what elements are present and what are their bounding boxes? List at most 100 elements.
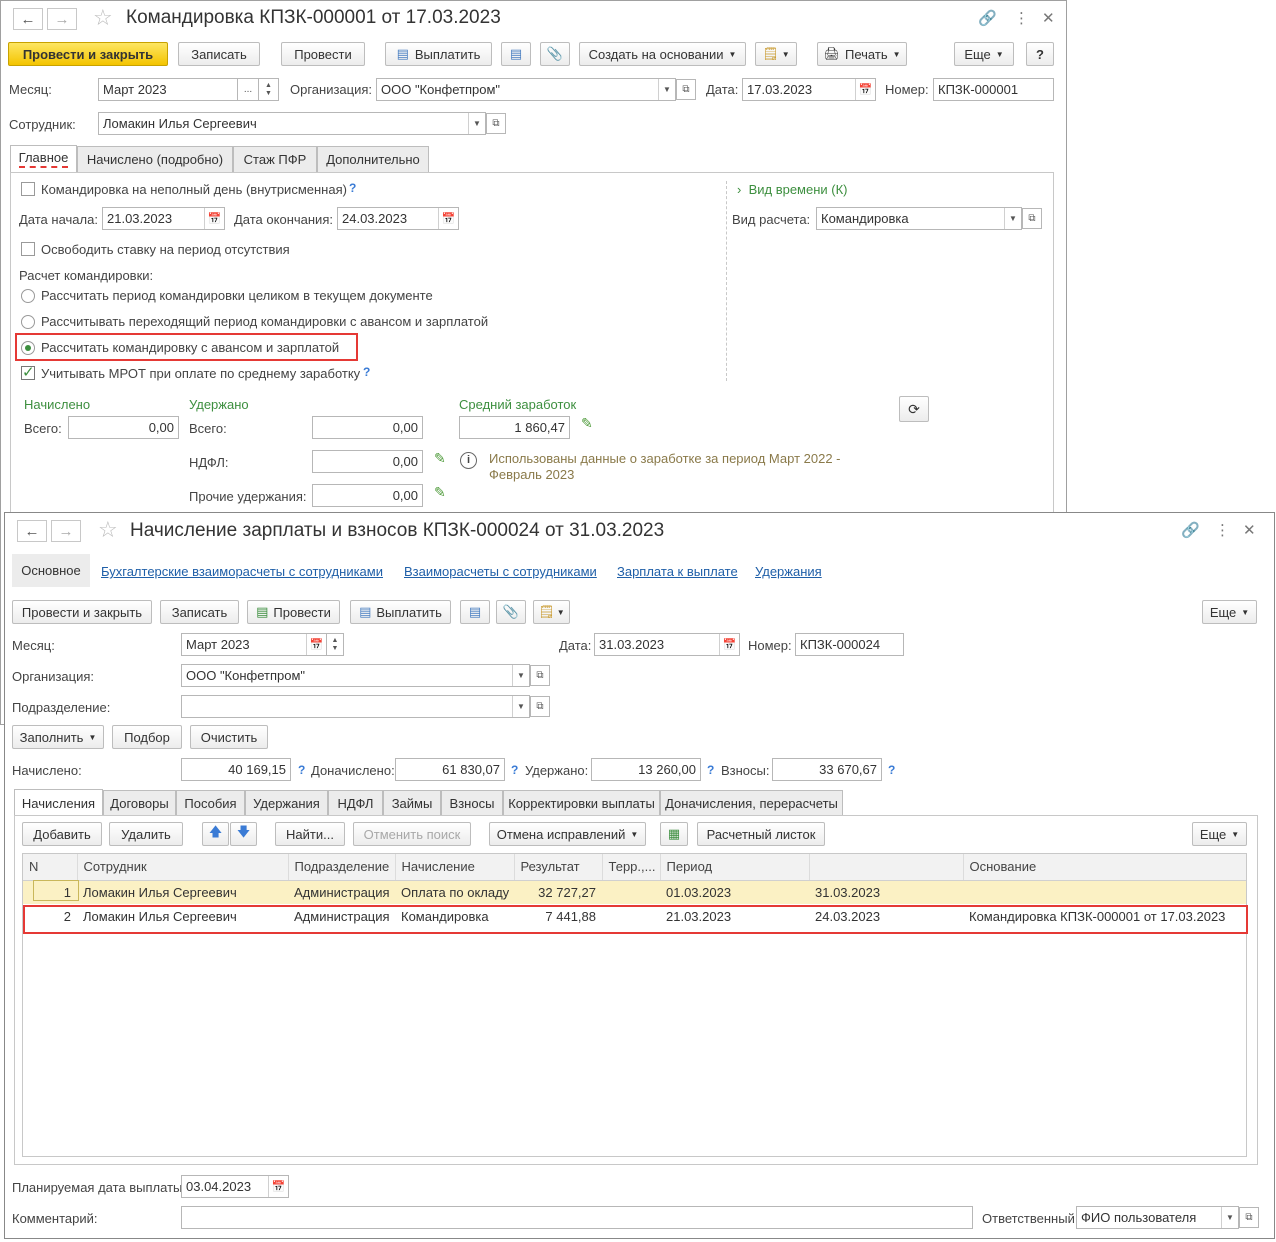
employee-open-button[interactable]: ⧉ [486, 113, 506, 134]
column-header[interactable]: N [23, 854, 78, 881]
help-question-icon[interactable]: ? [888, 763, 895, 777]
help-question-icon[interactable]: ? [363, 365, 370, 379]
column-header[interactable]: Основание [963, 854, 1246, 881]
attach-button[interactable]: 📎 [496, 600, 526, 624]
post-and-close-button[interactable]: Провести и закрыть [8, 42, 168, 66]
pencil-icon[interactable]: ✎ [434, 450, 446, 467]
tab-contracts[interactable]: Договоры [103, 790, 176, 816]
chevron-down-icon[interactable]: ▼ [512, 696, 529, 717]
find-button[interactable]: Найти... [275, 822, 345, 846]
date-field[interactable]: 31.03.2023 📅 [594, 633, 740, 656]
table-row[interactable]: 1 Ломакин Илья Сергеевич Администрация О… [23, 880, 1246, 904]
add-button[interactable]: Добавить [22, 822, 102, 846]
more-vertical-icon[interactable]: ⋮ [1215, 521, 1230, 539]
time-type-link[interactable]: › Вид времени (К) [737, 182, 848, 197]
forward-button[interactable]: → [51, 520, 81, 542]
column-header[interactable]: Терр.,... [602, 854, 661, 881]
chevron-down-icon[interactable]: ▼ [1221, 1207, 1238, 1228]
section-deductions[interactable]: Удержания [755, 564, 822, 579]
calc-option-whole[interactable] [21, 289, 35, 303]
print-button[interactable]: 🖨 Печать ▼ [817, 42, 907, 66]
select-button[interactable]: Подбор [112, 725, 182, 749]
calendar-icon[interactable]: 📅 [204, 208, 224, 229]
section-main[interactable]: Основное [12, 554, 90, 587]
add-table-button[interactable]: ▦ [660, 822, 688, 846]
pencil-icon[interactable]: ✎ [434, 484, 446, 501]
section-employee-settlements[interactable]: Взаиморасчеты с сотрудниками [404, 564, 597, 579]
forward-button[interactable]: → [47, 8, 77, 30]
close-icon[interactable]: ✕ [1042, 9, 1055, 27]
more-button[interactable]: Еще ▼ [1202, 600, 1257, 624]
tab-accruals[interactable]: Начисления [14, 789, 103, 816]
create-based-button[interactable]: Создать на основании ▼ [579, 42, 746, 66]
tab-ndfl[interactable]: НДФЛ [328, 790, 383, 816]
column-header[interactable]: Период [660, 854, 810, 881]
org-open-button[interactable]: ⧉ [530, 665, 550, 686]
month-field[interactable]: Март 2023 📅 [181, 633, 327, 656]
date-field[interactable]: 17.03.2023 📅 [742, 78, 876, 101]
cancel-fixes-button[interactable]: Отмена исправлений ▼ [489, 822, 646, 846]
tab-benefits[interactable]: Пособия [176, 790, 245, 816]
comment-field[interactable] [181, 1206, 973, 1229]
tab-additional-accruals[interactable]: Доначисления, перерасчеты [660, 790, 843, 816]
calendar-icon[interactable]: 📅 [306, 634, 326, 655]
calendar-icon[interactable]: 📅 [268, 1176, 288, 1197]
end-date-field[interactable]: 24.03.2023 📅 [337, 207, 459, 230]
column-header[interactable]: Результат [514, 854, 603, 881]
link-icon[interactable]: 🔗 [978, 9, 997, 27]
number-field[interactable]: КПЗК-000024 [795, 633, 904, 656]
close-icon[interactable]: ✕ [1243, 521, 1256, 539]
month-spinner[interactable]: ▲ ▼ [326, 633, 344, 656]
tab-main[interactable]: Главное [10, 145, 77, 172]
chevron-down-icon[interactable]: ▼ [512, 665, 529, 686]
free-rate-checkbox[interactable] [21, 242, 35, 256]
fill-button[interactable]: Заполнить ▼ [12, 725, 104, 749]
calc-type-open-button[interactable]: ⧉ [1022, 208, 1042, 229]
table-more-button[interactable]: Еще ▼ [1192, 822, 1247, 846]
column-header[interactable] [809, 854, 964, 881]
chevron-down-icon[interactable]: ▼ [468, 113, 485, 134]
save-button[interactable]: Записать [160, 600, 239, 624]
favorite-star-icon[interactable]: ☆ [98, 517, 118, 543]
post-and-close-button[interactable]: Провести и закрыть [12, 600, 152, 624]
report-button[interactable]: ▤ [460, 600, 490, 624]
employee-field[interactable]: Ломакин Илья Сергеевич ▼ [98, 112, 486, 135]
save-button[interactable]: Записать [178, 42, 260, 66]
clear-button[interactable]: Очистить [190, 725, 268, 749]
dept-open-button[interactable]: ⧉ [530, 696, 550, 717]
responsible-field[interactable]: ФИО пользователя ▼ [1076, 1206, 1239, 1229]
tab-accrued-detail[interactable]: Начислено (подробно) [77, 146, 233, 172]
responsible-open-button[interactable]: ⧉ [1239, 1207, 1259, 1228]
mrot-checkbox[interactable]: ✓ [21, 364, 35, 381]
cancel-search-button[interactable]: Отменить поиск [353, 822, 471, 846]
calendar-icon[interactable]: 📅 [719, 634, 739, 655]
back-button[interactable]: ← [13, 8, 43, 30]
chevron-down-icon[interactable]: ▼ [1004, 208, 1021, 229]
move-down-button[interactable]: 🡇 [230, 822, 257, 846]
section-salary-payable[interactable]: Зарплата к выплате [617, 564, 738, 579]
favorite-star-icon[interactable]: ☆ [93, 5, 113, 31]
back-button[interactable]: ← [17, 520, 47, 542]
start-date-field[interactable]: 21.03.2023 📅 [102, 207, 225, 230]
month-field[interactable]: Март 2023 [98, 78, 238, 101]
column-header[interactable]: Сотрудник [77, 854, 289, 881]
column-header[interactable]: Начисление [395, 854, 515, 881]
tab-additional[interactable]: Дополнительно [317, 146, 429, 172]
report-button[interactable]: ▤ [501, 42, 531, 66]
tab-pfr-experience[interactable]: Стаж ПФР [233, 146, 317, 172]
pay-button[interactable]: ▤ Выплатить [350, 600, 451, 624]
tab-loans[interactable]: Займы [383, 790, 441, 816]
move-up-button[interactable]: 🡅 [202, 822, 229, 846]
tab-contributions[interactable]: Взносы [441, 790, 503, 816]
attach-button[interactable]: 📎 [540, 42, 570, 66]
more-vertical-icon[interactable]: ⋮ [1014, 9, 1029, 27]
calc-type-field[interactable]: Командировка ▼ [816, 207, 1022, 230]
month-spinner[interactable]: ▲ ▼ [258, 78, 279, 101]
pay-button[interactable]: ▤ Выплатить [385, 42, 492, 66]
related-docs-button[interactable]: 🗒 ▼ [533, 600, 570, 624]
calendar-icon[interactable]: 📅 [438, 208, 458, 229]
help-button[interactable]: ? [1026, 42, 1054, 66]
help-question-icon[interactable]: ? [511, 763, 518, 777]
help-question-icon[interactable]: ? [707, 763, 714, 777]
pay-date-field[interactable]: 03.04.2023 📅 [181, 1175, 289, 1198]
